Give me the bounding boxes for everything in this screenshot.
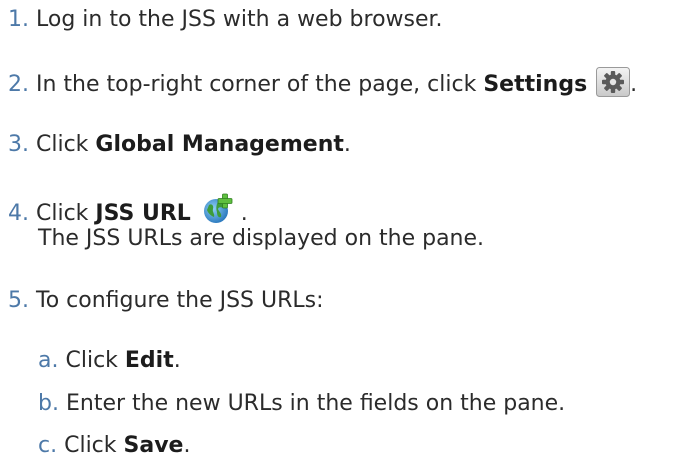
settings-label: Settings: [483, 72, 588, 97]
substep-c: c. Click Save.: [38, 432, 190, 460]
substep-letter: a.: [38, 348, 59, 373]
step-5: 5. To configure the JSS URLs:: [8, 287, 324, 315]
step-2: 2. In the top-right corner of the page, …: [8, 67, 637, 99]
step-number: 3.: [8, 132, 29, 157]
substep-letter: c.: [38, 433, 58, 458]
step-number: 2.: [8, 72, 29, 97]
step-text: In the top-right corner of the page, cli…: [36, 72, 484, 97]
step-number: 1.: [8, 7, 29, 32]
step-1: 1. Log in to the JSS with a web browser.: [8, 6, 443, 34]
substep-letter: b.: [38, 391, 59, 416]
substep-text-end: .: [173, 348, 181, 373]
step-text-end: .: [343, 132, 351, 157]
step-text: To configure the JSS URLs:: [36, 288, 324, 313]
jss-url-label: JSS URL: [95, 201, 191, 226]
step-text: Log in to the JSS with a web browser.: [36, 7, 443, 32]
step-number: 5.: [8, 288, 29, 313]
step-text: Click: [36, 201, 96, 226]
global-management-label: Global Management: [95, 132, 344, 157]
substep-text: Enter the new URLs in the fields on the …: [65, 391, 566, 416]
step-4: 4. Click JSS URL .: [8, 193, 248, 228]
step-text: Click: [36, 132, 96, 157]
step-text-end: .: [240, 201, 248, 226]
substep-text: Click: [64, 433, 124, 458]
substep-text-end: .: [183, 433, 191, 458]
step-3: 3. Click Global Management.: [8, 131, 351, 159]
step-number: 4.: [8, 201, 29, 226]
gear-icon: [596, 67, 631, 97]
save-label: Save: [123, 433, 184, 458]
step-text-end: .: [630, 72, 638, 97]
substep-b: b. Enter the new URLs in the fields on t…: [38, 390, 565, 418]
step-4-note: The JSS URLs are displayed on the pane.: [38, 226, 485, 251]
substep-text: Click: [65, 348, 125, 373]
globe-plus-icon: [202, 193, 234, 225]
substep-a: a. Click Edit.: [38, 347, 181, 375]
edit-label: Edit: [124, 348, 174, 373]
